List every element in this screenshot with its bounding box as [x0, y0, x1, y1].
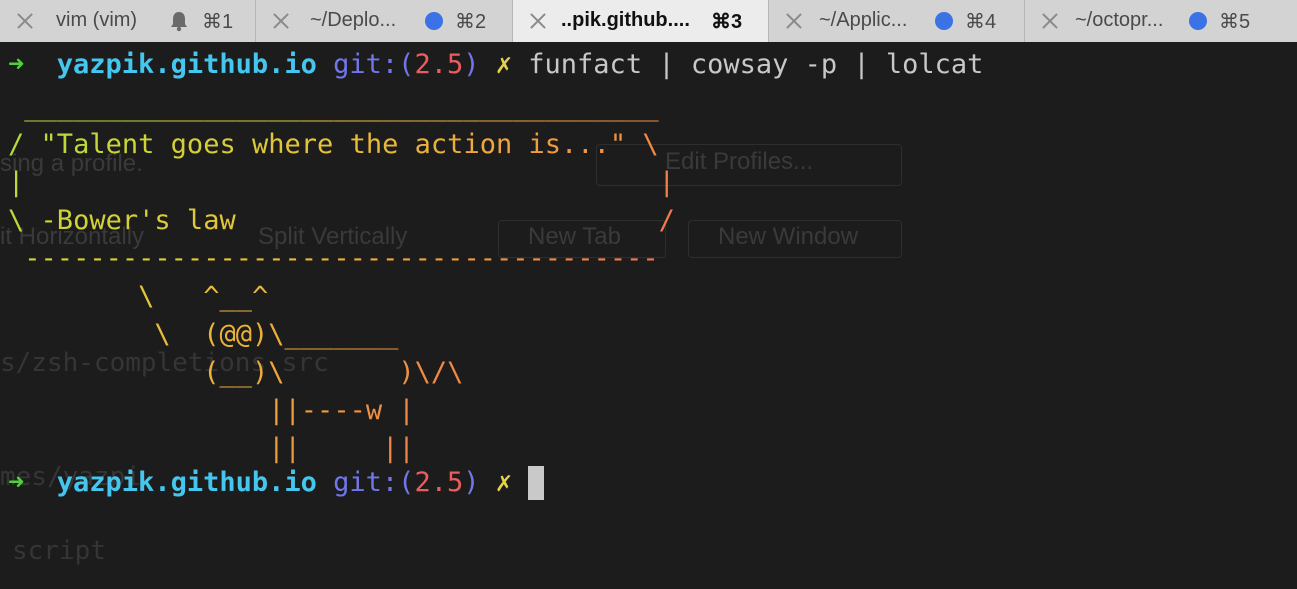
prompt-line-command: ➜ yazpik.github.io git:(2.5) ✗ funfact |… — [8, 48, 983, 82]
ghost-script: script — [12, 536, 106, 566]
cowsay-line: \ (@@)\_______ — [154, 319, 399, 350]
ghost-edit-profiles: Edit Profiles... — [665, 148, 814, 175]
prompt-arrow-icon: ➜ — [8, 467, 25, 498]
tab-applications[interactable]: ~/Applic... ⌘4 — [769, 0, 1025, 42]
bell-icon — [171, 12, 187, 32]
activity-dot-icon — [1189, 12, 1207, 30]
prompt-open-paren: ( — [398, 467, 415, 498]
prompt-dirty-mark: ✗ — [495, 467, 513, 498]
ghost-new-window: New Window — [718, 223, 859, 250]
cowsay-line: (__)\ )\/\ — [203, 357, 464, 388]
prompt-host: yazpik.github.io — [56, 49, 317, 80]
prompt-branch: 2.5 — [414, 467, 464, 498]
tab-shortcut: ⌘4 — [965, 11, 997, 33]
prompt-arrow-icon: ➜ — [8, 49, 25, 80]
close-icon[interactable] — [529, 12, 547, 30]
tab-shortcut: ⌘1 — [202, 11, 234, 33]
prompt-close-paren: ) — [463, 467, 480, 498]
command-text: funfact | cowsay -p | lolcat — [528, 49, 984, 80]
cowsay-line: || || — [268, 433, 415, 464]
tab-title: ~/octopr... — [1075, 9, 1164, 31]
prompt-line-current[interactable]: ➜ yazpik.github.io git:(2.5) ✗ — [8, 466, 545, 500]
close-icon[interactable] — [272, 12, 290, 30]
cowsay-line: | | — [8, 167, 675, 198]
tab-shortcut: ⌘3 — [711, 11, 743, 33]
tab-octopress[interactable]: ~/octopr... ⌘5 — [1025, 0, 1297, 42]
prompt-git-label: git: — [333, 467, 399, 498]
close-icon[interactable] — [16, 12, 34, 30]
tab-vim[interactable]: vim (vim) ⌘1 — [0, 0, 256, 42]
tab-title: ~/Deplo... — [310, 9, 397, 31]
prompt-host: yazpik.github.io — [56, 467, 317, 498]
prompt-git-label: git: — [333, 49, 399, 80]
tab-bar: vim (vim) ⌘1 ~/Deplo... ⌘2 ..pik.github.… — [0, 0, 1297, 42]
activity-dot-icon — [935, 12, 953, 30]
tab-title: ~/Applic... — [819, 9, 908, 31]
cowsay-line: \ ^__^ — [138, 281, 269, 312]
text-cursor[interactable] — [528, 466, 545, 500]
prompt-open-paren: ( — [398, 49, 415, 80]
cowsay-line: ||----w | — [268, 395, 415, 426]
tab-shortcut: ⌘2 — [455, 11, 487, 33]
close-icon[interactable] — [785, 12, 803, 30]
tab-title: vim (vim) — [56, 9, 138, 31]
terminal-pane[interactable]: Edit Profiles... sing a profile. it Hori… — [0, 42, 1297, 589]
prompt-dirty-mark: ✗ — [495, 49, 513, 80]
tab-yazpik-github[interactable]: ..pik.github.... ⌘3 — [513, 0, 769, 42]
cowsay-line: _______________________________________ — [24, 91, 659, 122]
close-icon[interactable] — [1041, 12, 1059, 30]
tab-shortcut: ⌘5 — [1219, 11, 1251, 33]
terminal-window: vim (vim) ⌘1 ~/Deplo... ⌘2 ..pik.github.… — [0, 0, 1297, 589]
cowsay-line: \ -Bower's law / — [8, 205, 675, 236]
prompt-branch: 2.5 — [414, 49, 464, 80]
prompt-close-paren: ) — [463, 49, 480, 80]
activity-dot-icon — [425, 12, 443, 30]
cowsay-line: / "Talent goes where the action is..." \ — [8, 129, 659, 160]
tab-title: ..pik.github.... — [561, 9, 690, 31]
cowsay-line: --------------------------------------- — [24, 243, 659, 274]
tab-deploy[interactable]: ~/Deplo... ⌘2 — [256, 0, 513, 42]
